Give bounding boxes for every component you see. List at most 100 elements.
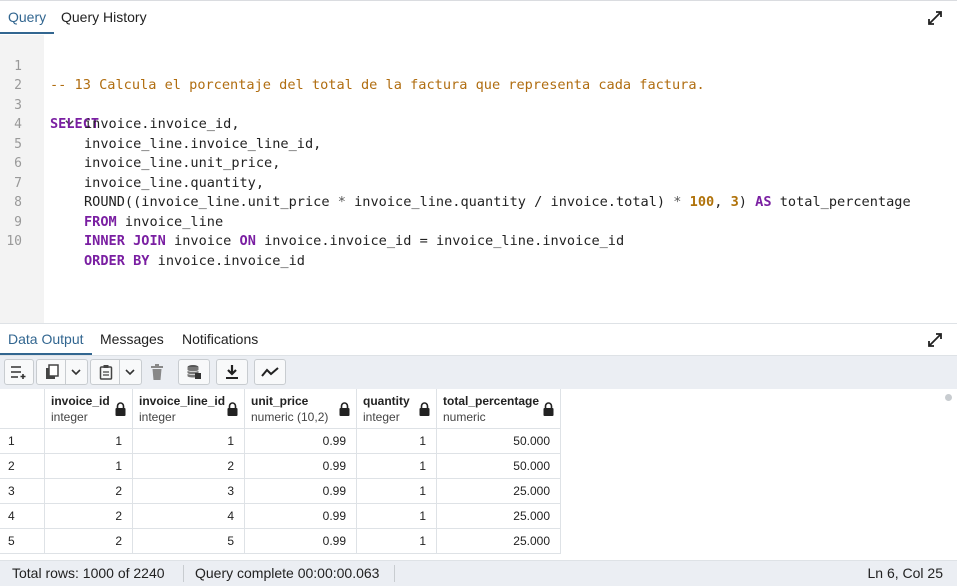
table-cell[interactable]: 25.000 (437, 479, 561, 504)
table-cell[interactable]: 0.99 (245, 454, 357, 479)
output-tab-bar: Data Output Messages Notifications (0, 324, 957, 356)
row-number[interactable]: 3 (0, 479, 45, 504)
table-cell[interactable]: 1 (45, 454, 133, 479)
column-header-invoice-line-id[interactable]: invoice_line_id integer (133, 389, 245, 429)
code-keyword: INNER JOIN (84, 233, 166, 249)
code-keyword: ORDER BY (84, 252, 150, 269)
tab-query[interactable]: Query (0, 2, 55, 34)
tab-query-history[interactable]: Query History (53, 2, 155, 32)
sql-editor[interactable]: 1 -- 13 Calcula el porcentaje del total … (0, 35, 957, 323)
table-cell[interactable]: 1 (357, 504, 437, 529)
table-cell[interactable]: 0.99 (245, 529, 357, 554)
tab-messages[interactable]: Messages (92, 324, 172, 353)
save-data-button[interactable] (178, 359, 210, 385)
graph-icon (261, 367, 279, 377)
column-name: quantity (363, 394, 410, 408)
total-rows-status: Total rows: 1000 of 2240 (12, 565, 165, 581)
table-cell[interactable]: 4 (133, 504, 245, 529)
save-data-icon (187, 365, 201, 379)
row-number[interactable]: 1 (0, 429, 45, 454)
table-cell[interactable]: 2 (133, 454, 245, 479)
data-grid: invoice_id integer invoice_line_id integ… (0, 389, 957, 560)
status-bar: Total rows: 1000 of 2240 Query complete … (0, 560, 957, 586)
column-name: invoice_line_id (139, 394, 226, 408)
table-cell[interactable]: 0.99 (245, 504, 357, 529)
column-type: integer (363, 410, 400, 424)
row-number[interactable]: 4 (0, 504, 45, 529)
table-cell[interactable]: 25.000 (437, 529, 561, 554)
table-cell[interactable]: 25.000 (437, 504, 561, 529)
chevron-down-icon (124, 369, 135, 376)
table-cell[interactable]: 1 (133, 429, 245, 454)
copy-button[interactable] (36, 359, 88, 385)
code-line: 4 invoice_line.invoice_line_id, (0, 96, 957, 152)
delete-button[interactable] (144, 359, 170, 385)
code-line: 10 ORDER BY invoice.invoice_id (0, 213, 957, 269)
cursor-position-status: Ln 6, Col 25 (867, 565, 944, 581)
graph-visualiser-button[interactable] (254, 359, 286, 385)
code-keyword: ON (239, 233, 256, 249)
row-number-header (0, 389, 45, 429)
delete-icon (151, 364, 163, 380)
column-type: numeric (10,2) (251, 410, 329, 424)
code-text: ORDER BY invoice.invoice_id (84, 252, 305, 272)
chevron-down-icon (70, 369, 81, 376)
line-number: 10 (6, 234, 22, 249)
column-header-total-percentage[interactable]: total_percentage numeric (437, 389, 561, 429)
code-line: 6 invoice_line.quantity, (0, 135, 957, 191)
lock-icon (339, 402, 350, 416)
table-cell[interactable]: 1 (357, 429, 437, 454)
status-divider (183, 565, 184, 582)
code-fragment: invoice (165, 233, 240, 249)
code-line: 9 INNER JOIN invoice ON invoice.invoice_… (0, 193, 957, 250)
table-cell[interactable]: 2 (45, 504, 133, 529)
table-cell[interactable]: 2 (45, 479, 133, 504)
tab-notifications[interactable]: Notifications (174, 324, 266, 353)
lock-icon (543, 402, 554, 416)
table-cell[interactable]: 3 (133, 479, 245, 504)
download-button[interactable] (216, 359, 248, 385)
code-line: 2 SELECT (0, 57, 957, 132)
code-line: 1 -- 13 Calcula el porcentaje del total … (0, 37, 957, 94)
code-line: 8 FROM invoice_line (0, 174, 957, 230)
table-cell[interactable]: 1 (357, 529, 437, 554)
query-complete-status: Query complete 00:00:00.063 (195, 565, 380, 581)
table-cell[interactable]: 0.99 (245, 429, 357, 454)
column-header-unit-price[interactable]: unit_price numeric (10,2) (245, 389, 357, 429)
code-line: 7 ROUND((invoice_line.unit_price * invoi… (0, 154, 957, 211)
table-cell[interactable]: 50.000 (437, 454, 561, 479)
lock-icon (227, 402, 238, 416)
table-cell[interactable]: 50.000 (437, 429, 561, 454)
table-cell[interactable]: 0.99 (245, 479, 357, 504)
column-name: total_percentage (443, 394, 540, 408)
table-cell[interactable]: 1 (357, 454, 437, 479)
status-divider (394, 565, 395, 582)
code-line: 5 invoice_line.unit_price, (0, 115, 957, 172)
add-row-icon (11, 366, 26, 379)
lock-icon (115, 402, 126, 416)
table-cell[interactable]: 1 (45, 429, 133, 454)
table-cell[interactable]: 2 (45, 529, 133, 554)
expand-icon[interactable] (927, 332, 943, 348)
column-type: integer (139, 410, 176, 424)
column-header-invoice-id[interactable]: invoice_id integer (45, 389, 133, 429)
code-fragment: invoice.invoice_id = invoice_line.invoic… (255, 233, 625, 249)
paste-button[interactable] (90, 359, 142, 385)
vertical-scrollbar[interactable] (945, 394, 952, 401)
column-type: numeric (443, 410, 486, 424)
tab-data-output[interactable]: Data Output (0, 324, 92, 355)
table-cell[interactable]: 5 (133, 529, 245, 554)
code-fragment: invoice.invoice_id (149, 252, 305, 269)
download-icon (226, 365, 238, 379)
row-number[interactable]: 5 (0, 529, 45, 554)
table-cell[interactable]: 1 (357, 479, 437, 504)
row-number[interactable]: 2 (0, 454, 45, 479)
lock-icon (419, 402, 430, 416)
copy-icon (45, 364, 59, 379)
data-toolbar (0, 356, 957, 390)
add-row-button[interactable] (4, 359, 34, 385)
code-line: 3 invoice.invoice_id, (0, 76, 957, 133)
expand-icon[interactable] (927, 10, 943, 26)
paste-icon (99, 365, 112, 380)
column-header-quantity[interactable]: quantity integer (357, 389, 437, 429)
